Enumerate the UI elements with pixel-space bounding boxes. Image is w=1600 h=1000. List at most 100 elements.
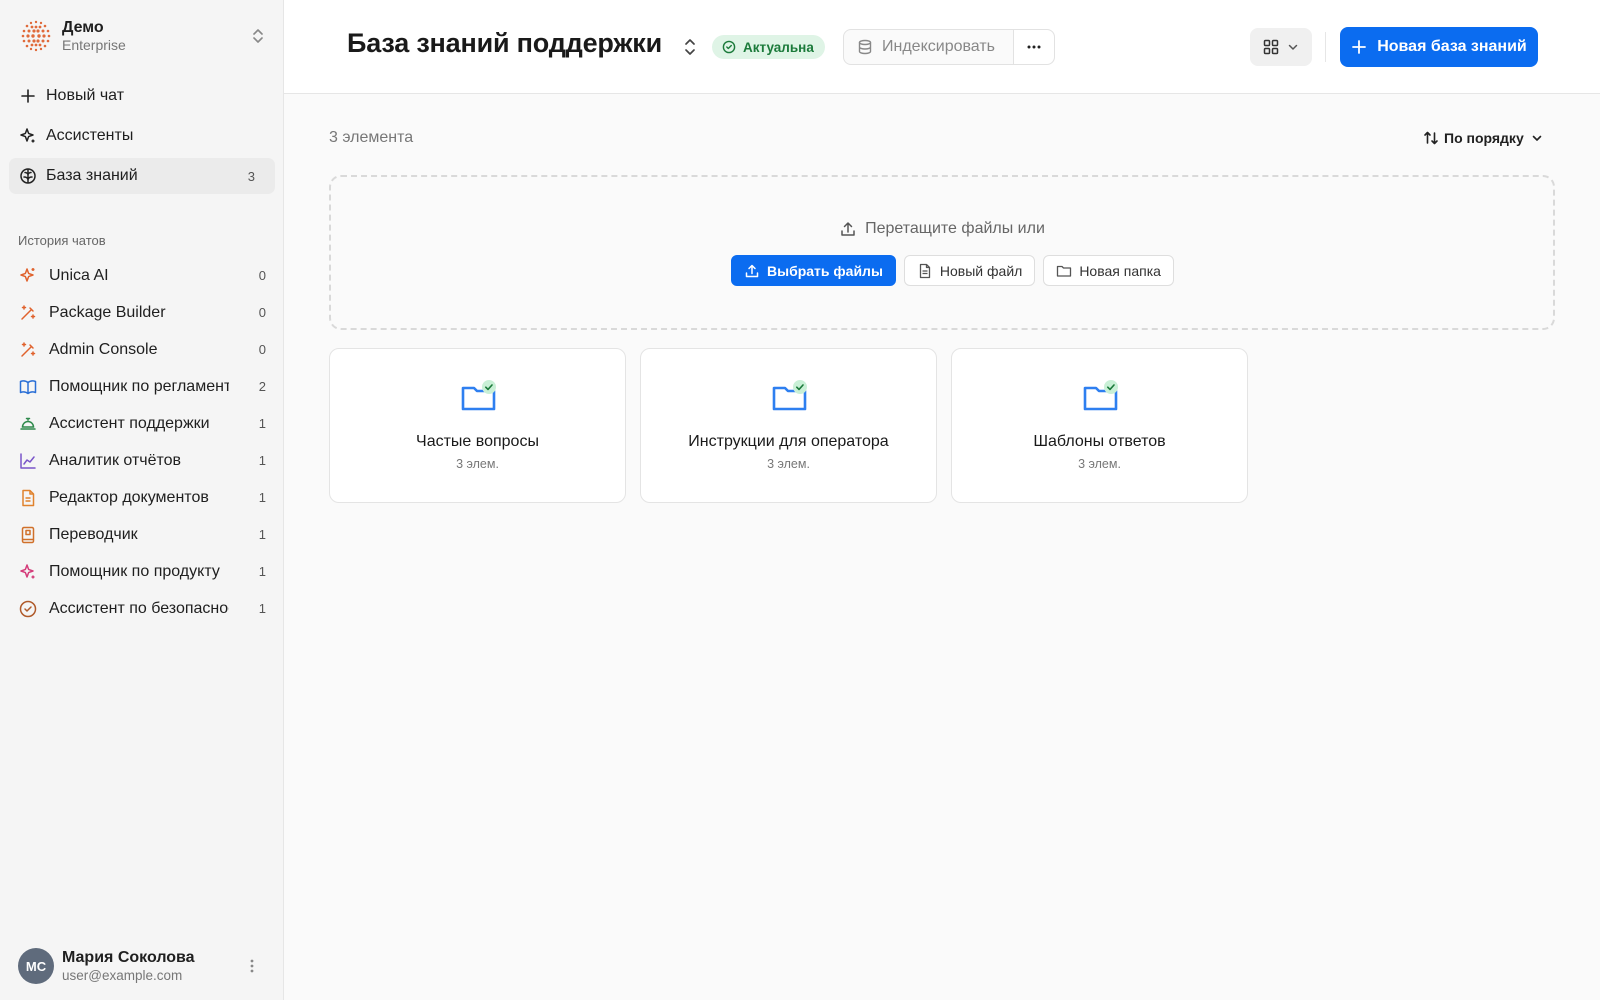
sort-arrows-icon xyxy=(1424,131,1438,145)
workspace-switcher[interactable]: Демо Enterprise xyxy=(18,16,268,56)
file-icon xyxy=(919,263,931,278)
index-button-label: Индексировать xyxy=(882,38,996,55)
folder-card[interactable]: Инструкции для оператора 3 элем. xyxy=(640,348,937,503)
database-icon xyxy=(858,39,872,55)
history-item-count: 1 xyxy=(258,490,266,505)
history-item-count: 2 xyxy=(258,379,266,394)
folder-subtitle: 3 элем. xyxy=(767,457,810,471)
folder-subtitle: 3 элем. xyxy=(1078,457,1121,471)
history-item-count: 1 xyxy=(258,453,266,468)
history-item-translator[interactable]: Переводчик 1 xyxy=(18,516,266,553)
history-item-security[interactable]: Ассистент по безопасности 1 xyxy=(18,590,266,627)
dropzone-actions: Выбрать файлы Новый файл Новая папка xyxy=(731,255,1174,286)
upload-icon xyxy=(745,264,759,277)
wand-icon xyxy=(21,304,36,320)
history-item-reports[interactable]: Аналитик отчётов 1 xyxy=(18,442,266,479)
dropzone-hint-text: Перетащите файлы или xyxy=(865,220,1045,237)
history-item-count: 0 xyxy=(258,342,266,357)
grid-view-icon xyxy=(1263,39,1279,55)
sidebar: Демо Enterprise Новый чат Ассистенты Баз… xyxy=(0,0,284,1000)
toolbar-divider xyxy=(1325,32,1326,62)
history-item-regulations[interactable]: Помощник по регламентам 2 xyxy=(18,368,266,405)
items-count: 3 элемента xyxy=(329,129,414,146)
status-badge: Актуальна xyxy=(712,35,825,59)
workspace-plan: Enterprise xyxy=(62,37,126,54)
topbar: База знаний поддержки Актуальна Индексир… xyxy=(284,0,1600,94)
history-item-label: Package Builder xyxy=(49,303,166,321)
book-icon xyxy=(19,379,37,394)
history-item-count: 1 xyxy=(258,527,266,542)
history-item-label: Admin Console xyxy=(49,340,158,358)
nav-assistants-label: Ассистенты xyxy=(46,127,134,144)
history-item-support[interactable]: Ассистент поддержки 1 xyxy=(18,405,266,442)
new-folder-button[interactable]: Новая папка xyxy=(1043,255,1174,286)
brain-icon xyxy=(20,168,36,184)
chevron-up-down-icon xyxy=(253,29,263,43)
user-text: Мария Соколова user@example.com xyxy=(62,948,195,983)
chevron-up-down-icon[interactable] xyxy=(680,36,700,58)
more-actions-button[interactable] xyxy=(1014,30,1054,64)
chevron-down-icon xyxy=(1532,135,1542,141)
folder-icon xyxy=(1057,265,1072,277)
chevron-down-icon xyxy=(1288,44,1298,50)
nav-assistants[interactable]: Ассистенты xyxy=(9,118,275,154)
choose-files-button[interactable]: Выбрать файлы xyxy=(731,255,896,286)
new-knowledge-base-button[interactable]: Новая база знаний xyxy=(1340,27,1538,67)
history-item-label: Ассистент по безопасности xyxy=(49,599,229,617)
history-item-package-builder[interactable]: Package Builder 0 xyxy=(18,294,266,331)
chat-history-list: Unica AI 0 Package Builder 0 Admin Conso… xyxy=(18,257,266,627)
choose-files-label: Выбрать файлы xyxy=(767,262,883,279)
chart-icon xyxy=(20,452,36,469)
folder-card[interactable]: Шаблоны ответов 3 элем. xyxy=(951,348,1248,503)
history-item-label: Редактор документов xyxy=(49,488,209,506)
new-file-button[interactable]: Новый файл xyxy=(903,255,1036,286)
more-vertical-icon[interactable] xyxy=(242,956,262,976)
bell-icon xyxy=(20,417,36,430)
index-button[interactable]: Индексировать xyxy=(844,30,1014,64)
dictionary-icon xyxy=(21,526,35,543)
new-folder-label: Новая папка xyxy=(1079,262,1161,279)
history-item-label: Помощник по продукту xyxy=(49,562,220,580)
sparkle-icon xyxy=(20,563,35,578)
index-button-group: Индексировать xyxy=(843,29,1055,65)
check-circle-icon xyxy=(19,600,37,617)
folder-synced-icon xyxy=(772,380,807,411)
workspace-name: Демо xyxy=(62,18,104,36)
history-item-doc-editor[interactable]: Редактор документов 1 xyxy=(18,479,266,516)
new-knowledge-base-label: Новая база знаний xyxy=(1377,38,1527,55)
history-item-label: Unica AI xyxy=(49,266,109,284)
folder-cards: Частые вопросы 3 элем. Инструкции для оп… xyxy=(329,348,1248,503)
wand-icon xyxy=(21,341,36,357)
file-dropzone[interactable]: Перетащите файлы или Выбрать файлы Новый… xyxy=(329,175,1555,330)
history-item-label: Аналитик отчётов xyxy=(49,451,182,469)
more-horizontal-icon xyxy=(1027,45,1041,49)
nav-knowledge-base[interactable]: База знаний 3 xyxy=(9,158,275,194)
chat-history-title: История чатов xyxy=(18,232,106,248)
workspace-text: Демо Enterprise xyxy=(62,19,126,53)
history-item-product[interactable]: Помощник по продукту 1 xyxy=(18,553,266,590)
history-item-admin-console[interactable]: Admin Console 0 xyxy=(18,331,266,368)
folder-synced-icon xyxy=(461,380,496,411)
avatar: МС xyxy=(18,948,54,984)
history-item-label: Переводчик xyxy=(49,525,138,543)
nav-knowledge-base-label: База знаний xyxy=(46,167,138,184)
user-profile[interactable]: МС Мария Соколова user@example.com xyxy=(18,946,268,986)
folder-title: Частые вопросы xyxy=(416,433,539,450)
history-item-label: Помощник по регламентам xyxy=(49,377,229,395)
new-file-label: Новый файл xyxy=(939,262,1023,279)
check-circle-icon xyxy=(722,40,736,54)
sparkle-icon xyxy=(20,128,35,143)
folder-title: Инструкции для оператора xyxy=(688,433,889,450)
view-mode-button[interactable] xyxy=(1250,28,1312,66)
chat-history-header: История чатов xyxy=(18,229,260,251)
history-item-count: 1 xyxy=(258,601,266,616)
sort-button[interactable]: По порядку xyxy=(1422,126,1544,150)
sparkles-icon xyxy=(20,267,35,282)
folder-card[interactable]: Частые вопросы 3 элем. xyxy=(329,348,626,503)
nav-new-chat[interactable]: Новый чат xyxy=(9,78,275,114)
main-nav: Новый чат Ассистенты База знаний 3 xyxy=(9,78,275,198)
history-item-unica-ai[interactable]: Unica AI 0 xyxy=(18,257,266,294)
sort-label: По порядку xyxy=(1444,130,1524,146)
plus-icon xyxy=(21,89,35,103)
nav-knowledge-base-count: 3 xyxy=(247,168,255,184)
